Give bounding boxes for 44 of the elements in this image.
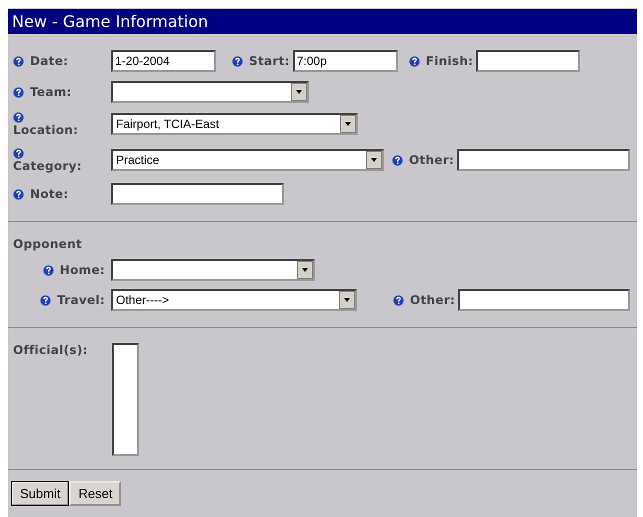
caret-icon <box>366 151 382 169</box>
help-icon[interactable] <box>40 294 52 306</box>
list-box[interactable] <box>112 343 139 456</box>
submit-button[interactable]: Submit <box>11 481 70 506</box>
input-field[interactable]: 7:00p <box>292 50 398 72</box>
field-label: Travel: <box>57 293 105 307</box>
help-icon[interactable] <box>42 264 54 276</box>
input-field[interactable] <box>458 289 630 311</box>
field-label: Other: <box>409 153 454 167</box>
help-icon[interactable] <box>13 56 24 66</box>
field-label: Home: <box>60 263 105 277</box>
input-field[interactable] <box>476 50 580 72</box>
help-icon[interactable] <box>13 188 24 200</box>
dropdown-field[interactable]: Fairport, TCIA-East <box>111 113 358 135</box>
help-icon[interactable] <box>13 112 24 122</box>
section-heading: Opponent <box>13 237 83 251</box>
reset-button[interactable]: Reset <box>69 481 122 506</box>
input-field[interactable] <box>457 149 630 171</box>
field-label: Note: <box>30 187 68 201</box>
form-title: New - Game Information <box>8 9 637 34</box>
field-label: Category: <box>13 158 82 172</box>
field-label: Finish: <box>426 54 474 68</box>
dropdown-field[interactable]: Other----> <box>111 289 357 311</box>
field-label: Start: <box>249 54 290 68</box>
field-label: Location: <box>13 122 78 136</box>
help-icon[interactable] <box>408 56 420 66</box>
help-icon[interactable] <box>13 86 24 98</box>
field-label: Team: <box>30 85 72 99</box>
field-label: Official(s): <box>13 343 88 357</box>
dropdown-field[interactable] <box>111 259 315 281</box>
help-icon[interactable] <box>393 294 404 306</box>
field-label: Other: <box>410 293 456 307</box>
input-field[interactable]: 1-20-2004 <box>111 50 216 72</box>
input-field[interactable] <box>111 183 284 205</box>
field-label: Date: <box>30 54 68 68</box>
dropdown-field[interactable]: Practice <box>111 149 384 171</box>
caret-icon <box>297 261 313 279</box>
caret-icon <box>339 291 355 309</box>
help-icon[interactable] <box>392 154 403 166</box>
dropdown-field[interactable] <box>111 81 309 103</box>
help-icon[interactable] <box>232 56 243 66</box>
caret-icon <box>291 83 307 101</box>
help-icon[interactable] <box>13 148 24 158</box>
caret-icon <box>340 115 356 133</box>
